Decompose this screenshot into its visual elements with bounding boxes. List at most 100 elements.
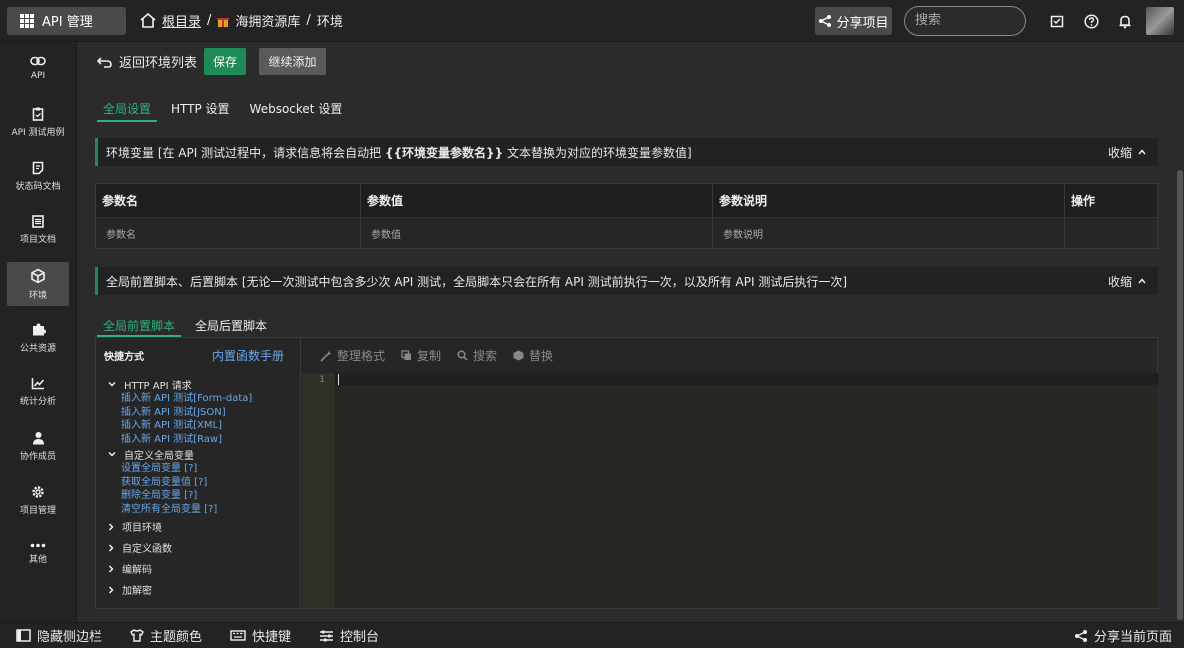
global-scripts-description: 全局前置脚本、后置脚本 [无论一次测试中包含多少次 API 测试，全局脚本只会在… [106, 274, 848, 289]
column-header: 操作 [1071, 194, 1096, 208]
param-name-input[interactable]: 参数名 [96, 218, 361, 249]
puzzle-icon [31, 322, 46, 337]
keyboard-icon [230, 630, 246, 641]
chart-icon [31, 377, 45, 390]
sidebar-item-label: 环境 [28, 290, 47, 301]
chevron-down-icon [108, 381, 116, 387]
active-line-highlight [335, 373, 1158, 385]
share-current-page-button[interactable]: 分享当前页面 [1074, 626, 1172, 645]
chevron-right-icon [108, 585, 114, 594]
copy-icon [401, 350, 412, 361]
share-project-label: 分享项目 [836, 15, 889, 31]
sidebar-item-label: 公共资源 [19, 344, 56, 354]
line-number: 1 [302, 373, 335, 608]
sidebar-item-statistics[interactable]: 统计分析 [7, 370, 69, 414]
search-input[interactable]: 搜索 [904, 6, 1026, 36]
env-variables-description: 环境变量 [在 API 测试过程中，请求信息将会自动把 {{环境变量参数名}} … [106, 145, 692, 160]
back-label: 返回环境列表 [119, 56, 198, 71]
sidebar-item-label: 统计分析 [19, 397, 56, 407]
sidebar-item-label: API [30, 71, 46, 81]
sidebar-toggle-icon [16, 629, 31, 642]
clipboard-icon [32, 107, 44, 121]
sidebar-item-members[interactable]: 协作成员 [7, 424, 69, 468]
breadcrumb-root-link[interactable]: 根目录 [162, 11, 201, 30]
clear-global-vars-link[interactable]: 清空所有全局变量 [?] [96, 503, 300, 517]
param-value-input[interactable]: 参数值 [361, 218, 713, 249]
sidebar-item-label: 其他 [28, 555, 47, 565]
share-icon [1074, 629, 1088, 643]
avatar[interactable] [1146, 7, 1174, 35]
insert-api-test-json-link[interactable]: 插入新 API 测试[JSON] [96, 406, 300, 420]
footer-bar: 隐藏侧边栏 主题颜色 快捷键 控制台 分享当前页面 [0, 622, 1184, 648]
app-label: API 管理 [42, 15, 93, 30]
insert-api-test-xml-link[interactable]: 插入新 API 测试[XML] [96, 419, 300, 433]
save-button[interactable]: 保存 [204, 48, 246, 75]
sidebar-item-environment[interactable]: 环境 [7, 262, 69, 306]
cube-icon [513, 350, 524, 361]
sidebar-item-project-docs[interactable]: 项目文档 [7, 208, 69, 252]
shortcuts-panel: 快捷方式 内置函数手册 HTTP API 请求 插入新 API 测试[Form-… [96, 338, 301, 608]
home-icon [140, 13, 156, 28]
tab-global-post-script[interactable]: 全局后置脚本 [189, 313, 273, 337]
env-collapse-toggle[interactable]: 收缩 [1108, 144, 1146, 161]
shortcuts-button[interactable]: 快捷键 [230, 626, 291, 645]
console-button[interactable]: 控制台 [319, 626, 379, 645]
breadcrumb-project[interactable]: 海拥资源库 [235, 11, 300, 30]
theme-color-button[interactable]: 主题颜色 [130, 626, 202, 645]
help-icon[interactable] [1074, 13, 1108, 29]
cube-icon [30, 268, 46, 284]
code-editor[interactable]: 1 [302, 373, 1158, 608]
bell-icon[interactable] [1108, 14, 1142, 29]
api-management-button[interactable]: API 管理 [7, 6, 126, 35]
column-header: 参数说明 [713, 184, 1065, 217]
breadcrumb-separator: / [207, 13, 212, 28]
sidebar-item-public-resources[interactable]: 公共资源 [7, 316, 69, 360]
tab-global-pre-script[interactable]: 全局前置脚本 [97, 313, 182, 337]
scripts-collapse-toggle[interactable]: 收缩 [1108, 273, 1146, 290]
search-icon [457, 350, 468, 361]
link-icon [30, 55, 46, 67]
magic-wand-icon [320, 350, 332, 362]
tab-global-settings[interactable]: 全局设置 [97, 96, 158, 122]
sidebar-item-api[interactable]: API [7, 46, 69, 90]
format-code-button[interactable]: 整理格式 [320, 347, 385, 364]
breadcrumb: 根目录 / 海拥资源库 / 环境 [140, 11, 343, 30]
calendar-check-icon[interactable] [1040, 14, 1074, 28]
global-scripts-header: 全局前置脚本、后置脚本 [无论一次测试中包含多少次 API 测试，全局脚本只会在… [95, 267, 1158, 295]
builtin-functions-manual-link[interactable]: 内置函数手册 [212, 347, 284, 364]
tab-http-settings[interactable]: HTTP 设置 [165, 96, 236, 122]
hide-sidebar-button[interactable]: 隐藏侧边栏 [16, 626, 102, 645]
tab-websocket-settings[interactable]: Websocket 设置 [244, 96, 349, 122]
sidebar-item-api-test-cases[interactable]: API 测试用例 [7, 100, 69, 144]
top-bar: API 管理 根目录 / 海拥资源库 / 环境 分享项目 搜索 [0, 0, 1184, 42]
gift-icon [217, 15, 230, 27]
undo-arrow-icon [97, 56, 113, 68]
script-tabs: 全局前置脚本 全局后置脚本 [97, 313, 281, 337]
tree-node-project-env[interactable]: 项目环境 [96, 516, 300, 537]
share-project-button[interactable]: 分享项目 [815, 7, 892, 35]
column-header: 参数名 [96, 184, 361, 217]
tree-node-crypto[interactable]: 加解密 [96, 579, 300, 600]
insert-api-test-raw-link[interactable]: 插入新 API 测试[Raw] [96, 433, 300, 447]
back-to-env-list-link[interactable]: 返回环境列表 [97, 52, 197, 71]
tree-node-codec[interactable]: 编解码 [96, 558, 300, 579]
tree-node-custom-global-vars[interactable]: 自定义全局变量 [96, 446, 300, 462]
param-description-input[interactable]: 参数说明 [713, 218, 1065, 249]
set-global-var-link[interactable]: 设置全局变量 [?] [96, 462, 300, 476]
get-global-var-link[interactable]: 获取全局变量值 [?] [96, 476, 300, 490]
tree-node-http-api[interactable]: HTTP API 请求 [96, 376, 300, 392]
search-button[interactable]: 搜索 [457, 347, 497, 364]
sidebar-item-project-management[interactable]: 项目管理 [7, 478, 69, 522]
scrollbar-thumb[interactable] [1177, 170, 1183, 620]
copy-button[interactable]: 复制 [401, 347, 441, 364]
replace-button[interactable]: 替换 [513, 347, 553, 364]
delete-global-var-link[interactable]: 删除全局变量 [?] [96, 489, 300, 503]
table-row: 参数名 参数值 参数说明 [96, 217, 1157, 249]
sidebar-item-more[interactable]: 其他 [7, 532, 69, 576]
sidebar-item-status-codes[interactable]: 状态码文档 [7, 154, 69, 198]
insert-api-test-formdata-link[interactable]: 插入新 API 测试[Form-data] [96, 392, 300, 406]
shirt-icon [130, 629, 144, 642]
tree-node-custom-functions[interactable]: 自定义函数 [96, 537, 300, 558]
chevron-up-icon [1138, 149, 1146, 155]
continue-add-button[interactable]: 继续添加 [259, 48, 326, 75]
